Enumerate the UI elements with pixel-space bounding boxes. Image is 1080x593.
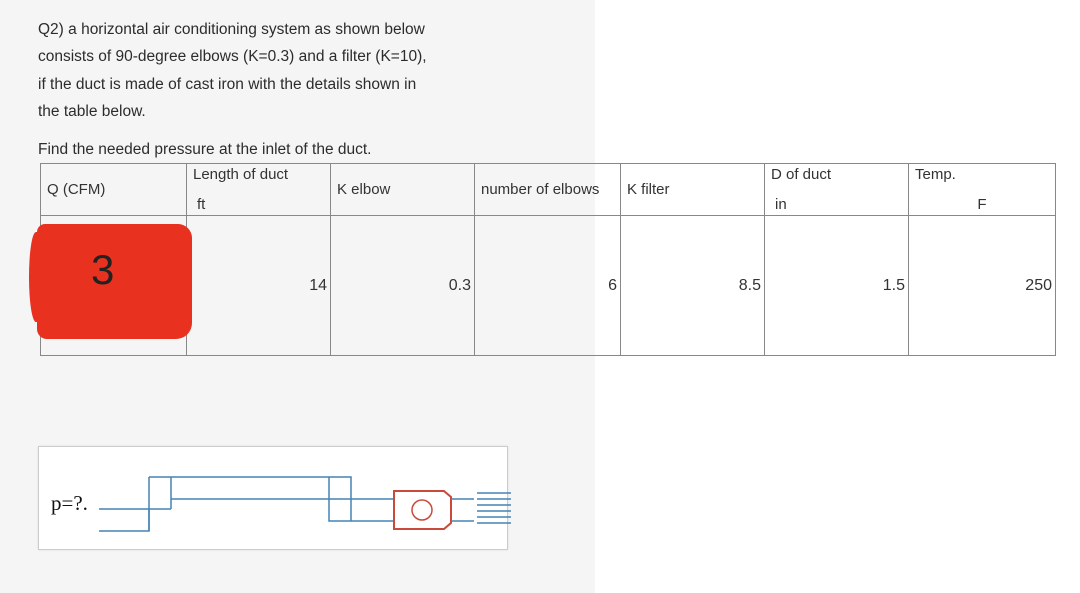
header-dduct-unit: in xyxy=(771,196,902,213)
cell-kelbow: 0.3 xyxy=(331,216,475,356)
header-kelbow: K elbow xyxy=(331,164,475,216)
header-q: Q (CFM) xyxy=(41,164,187,216)
cell-temp: 250 xyxy=(909,216,1056,356)
header-temp-unit: F xyxy=(915,196,1049,213)
cell-length: 14 xyxy=(187,216,331,356)
header-length-label: Length of duct xyxy=(193,166,324,183)
table-header-row: Q (CFM) Length of duct ft K elbow number… xyxy=(41,164,1056,216)
cell-q-value: 3 xyxy=(91,246,114,294)
header-nelbows-label: number of elbows xyxy=(481,181,599,198)
question-line-2: consists of 90-degree elbows (K=0.3) and… xyxy=(38,45,1080,68)
header-length-unit: ft xyxy=(193,196,324,213)
header-length: Length of duct ft xyxy=(187,164,331,216)
cell-nelbows: 6 xyxy=(475,216,621,356)
header-temp: Temp. F xyxy=(909,164,1056,216)
duct-diagram: p=?. xyxy=(38,446,508,550)
cell-dduct: 1.5 xyxy=(765,216,909,356)
question-line-1: Q2) a horizontal air conditioning system… xyxy=(38,18,1080,41)
cell-q: 3 xyxy=(41,216,187,356)
header-nelbows: number of elbows xyxy=(475,164,621,216)
redaction-mark xyxy=(37,224,192,339)
header-dduct-label: D of duct xyxy=(771,166,902,183)
header-temp-label: Temp. xyxy=(915,166,1049,183)
question-content: Q2) a horizontal air conditioning system… xyxy=(0,0,1080,356)
data-table: Q (CFM) Length of duct ft K elbow number… xyxy=(40,163,1056,356)
header-kelbow-label: K elbow xyxy=(337,181,390,198)
header-kfilter-label: K filter xyxy=(627,181,670,198)
pressure-label: p=?. xyxy=(51,491,88,516)
header-kfilter: K filter xyxy=(621,164,765,216)
duct-schematic xyxy=(99,469,499,539)
question-line-4: the table below. xyxy=(38,100,1080,123)
duct-svg xyxy=(99,469,499,539)
data-table-wrapper: Q (CFM) Length of duct ft K elbow number… xyxy=(40,163,1080,356)
header-q-label: Q (CFM) xyxy=(47,181,105,198)
header-dduct: D of duct in xyxy=(765,164,909,216)
table-data-row: 3 14 0.3 6 8.5 1.5 250 xyxy=(41,216,1056,356)
find-instruction: Find the needed pressure at the inlet of… xyxy=(38,141,1080,159)
cell-kfilter: 8.5 xyxy=(621,216,765,356)
question-line-3: if the duct is made of cast iron with th… xyxy=(38,73,1080,96)
